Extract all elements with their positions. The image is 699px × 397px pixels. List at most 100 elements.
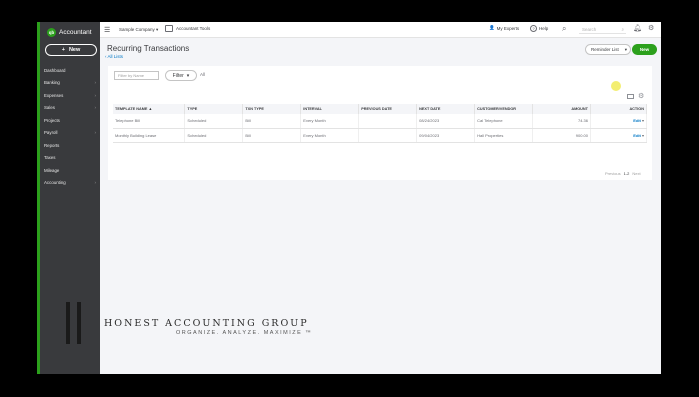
print-icon[interactable] [627, 94, 634, 99]
chevron-right-icon: › [94, 105, 96, 111]
column-header[interactable]: PREVIOUS DATE [358, 104, 418, 114]
plus-icon: + [61, 47, 65, 53]
table-settings-icon[interactable]: ⚙ [638, 92, 644, 100]
column-header[interactable]: TXN TYPE [242, 104, 302, 114]
sidebar-item-reports[interactable]: Reports [40, 139, 100, 152]
chevron-right-icon: › [94, 80, 96, 86]
sidebar-item-banking[interactable]: Banking › [40, 77, 100, 90]
previous-page-link[interactable]: Previous [605, 171, 621, 176]
help-label: Help [539, 26, 549, 31]
sidebar-item-dashboard[interactable]: Dashboard [40, 64, 100, 77]
filter-placeholder: Filter by Name [118, 73, 145, 78]
gear-icon[interactable]: ⚙ [648, 24, 654, 32]
app-window: qb Accountant + New Dashboard Banking › E… [37, 22, 661, 374]
sidebar-item-label: Mileage [44, 167, 60, 173]
column-header[interactable]: TEMPLATE NAME ▲ [113, 104, 186, 114]
recurring-transactions-table: TEMPLATE NAME ▲ TYPE TXN TYPE INTERVAL P… [113, 104, 647, 143]
accountant-tools-label: Accountant Tools [176, 26, 211, 31]
sidebar-item-sales[interactable]: Sales › [40, 102, 100, 115]
filter-dropdown-button[interactable]: Filter ▾ [165, 70, 197, 81]
company-selector[interactable]: Sample Company ▾ [119, 27, 158, 33]
sidebar-item-label: Payroll [44, 130, 58, 136]
help-icon: ? [530, 25, 537, 32]
table-row[interactable]: Monthly Building Lease Scheduled Bill Ev… [113, 128, 647, 143]
quickbooks-logo-icon: qb [47, 27, 56, 37]
watermark-title: HONEST ACCOUNTING GROUP [104, 318, 309, 329]
sidebar-item-accounting[interactable]: Accounting › [40, 177, 100, 190]
sidebar-item-payroll[interactable]: Payroll › [40, 127, 100, 140]
bell-icon[interactable]: 🔔︎ [633, 24, 642, 32]
previous-date-cell [358, 114, 418, 129]
reminder-list-label: Reminder List [591, 47, 619, 52]
sidebar-item-label: Expenses [44, 92, 64, 98]
column-header[interactable]: TYPE [184, 104, 244, 114]
chevron-right-icon: › [94, 92, 96, 98]
interval-cell: Every Month [300, 128, 360, 143]
search-icon[interactable]: ⌕ [562, 24, 566, 34]
watermark-tagline: ORGANIZE. ANALYZE. MAXIMIZE ™ [176, 330, 313, 336]
filter-label: Filter [172, 72, 184, 79]
chevron-right-icon: › [94, 180, 96, 186]
my-experts-button[interactable]: 👤 My Experts [489, 25, 519, 31]
chevron-right-icon: › [94, 130, 96, 136]
new-transaction-button[interactable]: New [632, 44, 657, 55]
brand[interactable]: qb Accountant [47, 25, 92, 39]
page-range: 1-2 [623, 171, 630, 176]
brand-name: Accountant [59, 28, 92, 36]
chevron-down-icon[interactable]: ▾ [625, 47, 627, 53]
sidebar-item-label: Banking [44, 80, 60, 86]
sidebar-item-taxes[interactable]: Taxes [40, 152, 100, 165]
top-bar: ☰ Sample Company ▾ Accountant Tools 👤 My… [100, 22, 661, 38]
next-page-link[interactable]: Next [632, 171, 640, 176]
logo-bar [66, 302, 70, 344]
reminder-list-button[interactable]: Reminder List ▾ [585, 44, 631, 55]
type-cell: Scheduled [184, 128, 244, 143]
logo-bar [77, 302, 81, 344]
all-lists-link[interactable]: ‹ All Lists [105, 54, 123, 59]
template-name-cell: Monthly Building Lease [113, 128, 186, 143]
mouse-cursor-highlight [611, 81, 621, 91]
watermark-logo-mark [66, 302, 81, 344]
filter-by-name-input[interactable]: Filter by Name [114, 71, 159, 80]
my-experts-label: My Experts [496, 25, 520, 31]
accountant-tools-button[interactable]: Accountant Tools [165, 25, 210, 32]
column-header[interactable]: NEXT DATE [416, 104, 476, 114]
edit-link[interactable]: Edit [633, 133, 641, 138]
sidebar-item-mileage[interactable]: Mileage [40, 164, 100, 177]
table-row[interactable]: Telephone Bill Scheduled Bill Every Mont… [113, 114, 647, 129]
type-cell: Scheduled [184, 114, 244, 129]
sidebar-item-label: Sales [44, 105, 55, 111]
interval-cell: Every Month [300, 114, 360, 129]
previous-date-cell [358, 128, 418, 143]
sidebar-item-label: Projects [44, 117, 60, 123]
magnifier-icon: ⌕ [621, 26, 624, 32]
next-date-cell: 08/24/2023 [416, 114, 476, 129]
chevron-down-icon[interactable]: ▾ [642, 118, 644, 123]
next-date-cell: 09/04/2023 [416, 128, 476, 143]
sidebar-new-label: New [68, 47, 81, 53]
action-cell: Edit ▾ [590, 114, 647, 129]
txn-type-cell: Bill [242, 114, 302, 129]
briefcase-icon [165, 25, 173, 32]
sidebar-item-projects[interactable]: Projects [40, 114, 100, 127]
pagination: Previous 1-2 Next [605, 171, 641, 176]
sidebar-new-button[interactable]: + New [45, 44, 97, 56]
customer-vendor-cell: Cal Telephone [474, 114, 534, 129]
column-header[interactable]: CUSTOMER/VENDOR [474, 104, 534, 114]
sidebar-item-expenses[interactable]: Expenses › [40, 89, 100, 102]
filter-all-label: All [200, 72, 206, 77]
transactions-card: Filter by Name Filter ▾ All ⚙ TEMPLATE N… [108, 66, 652, 180]
amount-cell: 74.36 [532, 114, 591, 129]
search-placeholder: Search [582, 26, 597, 32]
company-name: Sample Company [119, 27, 155, 32]
txn-type-cell: Bill [242, 128, 302, 143]
search-input[interactable]: Search ⌕ [579, 25, 626, 34]
help-button[interactable]: ? Help [530, 25, 548, 32]
amount-cell: 900.00 [532, 128, 591, 143]
column-header[interactable]: INTERVAL [300, 104, 360, 114]
edit-link[interactable]: Edit [633, 118, 641, 123]
hamburger-menu-icon[interactable]: ☰ [104, 26, 110, 34]
chevron-down-icon[interactable]: ▾ [642, 133, 644, 138]
column-header[interactable]: AMOUNT [532, 104, 591, 114]
sidebar-nav: Dashboard Banking › Expenses › Sales › Proj… [40, 64, 100, 189]
